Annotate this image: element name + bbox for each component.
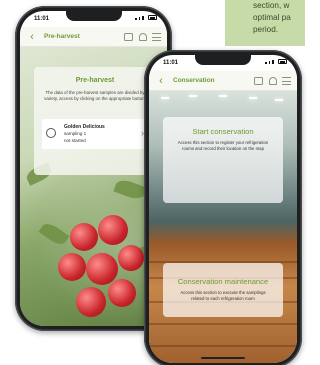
message-icon[interactable] <box>254 76 263 85</box>
bell-icon[interactable] <box>138 32 147 41</box>
phone-conservation: 11:01 ‹ Conservation Start conservation … <box>144 50 302 365</box>
app-bar-title: Pre-harvest <box>44 33 80 40</box>
phone-notch <box>65 11 122 21</box>
corner-text: section, w optimal pa period. <box>253 0 299 36</box>
status-time: 11:01 <box>34 16 50 22</box>
variety-item[interactable]: Golden Delicious sampling 1 not started … <box>42 119 148 149</box>
app-bar: ‹ Pre-harvest <box>20 27 167 47</box>
variety-state: not started <box>64 138 86 143</box>
bell-icon[interactable] <box>268 76 277 85</box>
phone-screen: 11:01 ‹ Conservation Start conservation … <box>149 55 297 363</box>
phone-notch <box>195 55 251 65</box>
pre-harvest-card: Pre-harvest The data of the pre-harvest … <box>34 67 156 175</box>
conservation-maintenance-card[interactable]: Conservation maintenance Access this sec… <box>163 263 283 317</box>
corner-text-line: section, w <box>253 1 290 10</box>
card-title: Conservation maintenance <box>177 277 269 286</box>
corner-text-line: optimal pa <box>253 13 291 22</box>
signal-icon <box>265 59 287 64</box>
variety-name: Golden Delicious <box>64 124 105 130</box>
card-description: Access this section to execute the sampl… <box>180 290 266 301</box>
card-description: Access this section to register your ref… <box>177 140 269 151</box>
variety-sampling: sampling 1 <box>64 131 87 136</box>
message-icon[interactable] <box>124 32 133 41</box>
back-arrow-icon[interactable]: ‹ <box>153 75 169 87</box>
battery-icon <box>278 59 287 64</box>
card-title: Pre-harvest <box>75 77 115 84</box>
back-arrow-icon[interactable]: ‹ <box>24 31 40 43</box>
home-indicator <box>201 356 245 359</box>
start-conservation-card[interactable]: Start conservation Access this section t… <box>163 117 283 203</box>
status-time: 11:01 <box>163 60 179 66</box>
app-bar-title: Conservation <box>173 77 215 84</box>
menu-icon[interactable] <box>282 76 291 85</box>
corner-text-line: period. <box>253 25 279 34</box>
apple-icon <box>46 128 56 138</box>
card-description: The data of the pre-harvest samples are … <box>44 90 146 101</box>
signal-icon <box>135 15 157 20</box>
battery-icon <box>148 15 157 20</box>
menu-icon[interactable] <box>152 32 161 41</box>
card-title: Start conservation <box>192 127 254 136</box>
app-bar: ‹ Conservation <box>149 71 297 91</box>
